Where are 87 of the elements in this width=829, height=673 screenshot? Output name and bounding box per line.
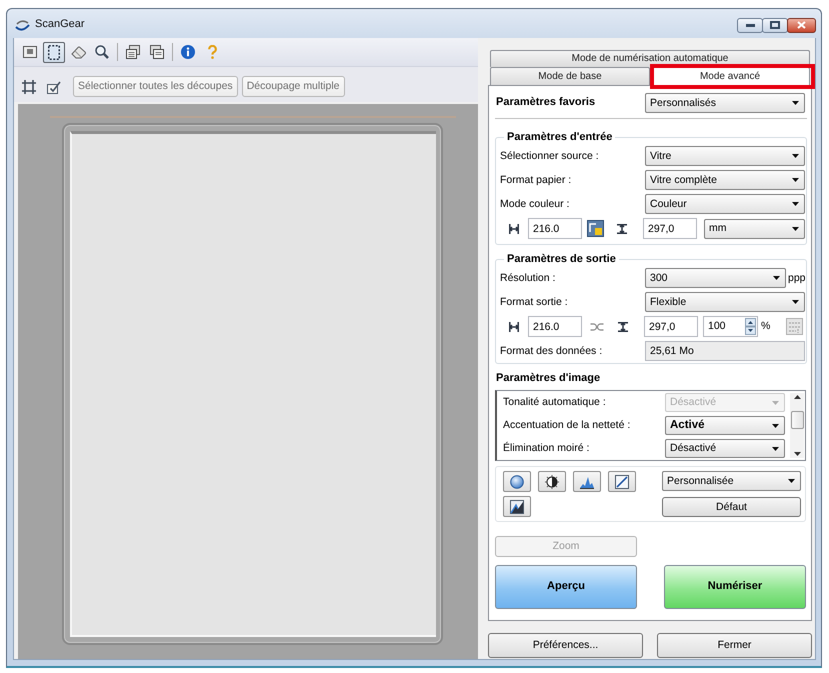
mode-tab[interactable]: Mode de base (490, 67, 650, 85)
stacked-pages-icon (150, 45, 164, 59)
window-title: ScanGear (35, 18, 85, 32)
settings-dropdown[interactable]: Vitre complète (645, 170, 805, 190)
caret-icon (792, 300, 799, 304)
scroll-down-icon[interactable] (794, 452, 800, 456)
height-field[interactable]: 297,0 (644, 316, 698, 337)
field-label: Résolution : (500, 272, 556, 284)
height-icon (617, 224, 627, 234)
width-icon (509, 322, 519, 332)
width-field[interactable]: 216.0 (528, 316, 582, 337)
brightness-icon (510, 474, 524, 488)
histogram-icon (580, 474, 594, 488)
adjustment-button[interactable] (503, 496, 531, 517)
minimize-button[interactable] (737, 18, 763, 32)
crop-frame-icon[interactable] (22, 80, 36, 94)
caret-icon (792, 202, 799, 206)
unit-dropdown[interactable]: mm (704, 218, 805, 238)
resolution-dropdown[interactable]: 300 (645, 268, 786, 288)
preset-dropdown[interactable]: Personnalisée (662, 471, 801, 491)
spin-arrows-icon[interactable] (745, 318, 756, 335)
caret-icon (773, 276, 780, 280)
setting-dropdown[interactable]: Désactivé (665, 439, 785, 458)
field-label: Format des données : (500, 344, 604, 358)
favorite-settings-dropdown[interactable]: Personnalisés (645, 93, 805, 113)
dialog-button[interactable]: Fermer (657, 633, 812, 658)
adjustment-button[interactable] (573, 471, 601, 492)
setting-label: Élimination moiré : (503, 442, 590, 455)
setting-dropdown[interactable]: Activé (665, 416, 785, 435)
field-label: Sélectionner source : (500, 150, 600, 162)
width-field[interactable]: 216.0 (528, 218, 582, 239)
tool-button[interactable] (43, 42, 65, 62)
adjustment-button[interactable] (538, 471, 566, 492)
logo-icon (15, 20, 30, 30)
favorite-settings-label: Paramètres favoris (495, 96, 596, 110)
setting-label: Accentuation de la netteté : (503, 419, 632, 432)
scan-button[interactable]: Numériser (664, 565, 806, 609)
caret-icon (792, 226, 799, 230)
height-icon (618, 322, 628, 332)
mode-tab[interactable]: Mode de numérisation automatique (490, 50, 810, 67)
settings-dropdown[interactable]: Vitre (645, 146, 805, 166)
adjustment-button[interactable] (608, 471, 636, 492)
close-button[interactable] (787, 18, 816, 32)
scroll-thumb[interactable] (790, 410, 804, 429)
field-label: Format papier : (500, 174, 572, 186)
help-icon (208, 45, 216, 59)
width-icon (509, 224, 519, 234)
settings-dropdown[interactable]: Couleur (645, 194, 805, 214)
caret-icon (792, 178, 799, 182)
field-label: Mode couleur : (500, 198, 570, 210)
unit-label: ppp (788, 272, 806, 284)
output-format-dropdown[interactable]: Flexible (645, 292, 805, 312)
eraser-icon (70, 46, 86, 58)
section-title: Paramètres d'image (495, 371, 602, 385)
adjustment-button[interactable] (503, 471, 531, 492)
scale-field[interactable]: 100 (703, 316, 758, 337)
caret-icon (772, 424, 779, 428)
preview-button[interactable]: Aperçu (495, 565, 637, 609)
info-icon (181, 45, 195, 59)
frame-icon (23, 46, 37, 58)
height-field[interactable]: 297,0 (643, 218, 697, 239)
zoom-icon (95, 45, 109, 59)
threshold-icon (510, 500, 524, 514)
caret-icon (788, 479, 795, 483)
caret-icon (792, 154, 799, 158)
minimize-icon (746, 24, 754, 26)
unit-label: % (761, 320, 770, 333)
field-label: Format sortie : (500, 296, 569, 308)
frame-check-icon[interactable] (47, 80, 61, 94)
pages-icon (126, 45, 140, 59)
dialog-button[interactable]: Préférences... (488, 633, 643, 658)
caret-icon (772, 446, 779, 450)
setting-label: Tonalité automatique : (503, 396, 607, 409)
default-button[interactable]: Défaut (662, 497, 801, 517)
caret-icon (772, 400, 779, 404)
swap-icon[interactable] (587, 220, 604, 237)
data-size-field[interactable]: 25,61 Mo (645, 341, 805, 361)
close-icon (797, 21, 806, 29)
maximize-button[interactable] (762, 18, 788, 32)
scroll-up-icon[interactable] (794, 395, 800, 399)
caret-icon (792, 101, 799, 105)
scrollbar[interactable] (790, 393, 804, 458)
tone-curve-icon (615, 474, 629, 488)
unlink-icon[interactable] (590, 322, 604, 330)
maximize-icon (770, 21, 780, 29)
contrast-icon (545, 474, 559, 488)
marquee-icon (48, 44, 60, 60)
